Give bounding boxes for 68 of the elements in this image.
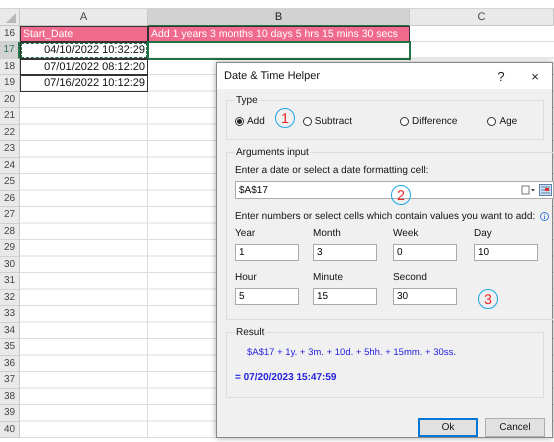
table-cell[interactable]: 07/01/2022 08:12:20 (20, 58, 148, 75)
row-header[interactable]: 31 (0, 273, 20, 290)
row-header[interactable]: 38 (0, 388, 20, 405)
field-label: Second (393, 272, 428, 283)
numbers-prompt: Enter numbers or select cells which contain values you want to add: (235, 211, 536, 222)
column-header[interactable]: B (148, 9, 410, 27)
row-header[interactable]: 34 (0, 322, 20, 339)
row-header[interactable]: 21 (0, 108, 20, 124)
cancel-button[interactable]: Cancel (485, 418, 545, 437)
number-field[interactable]: 30 (393, 288, 457, 305)
row-header[interactable]: 33 (0, 306, 20, 322)
number-field[interactable]: 0 (393, 244, 457, 261)
group-label: Arguments input (235, 147, 310, 158)
field-label: Year (235, 228, 256, 239)
row-header[interactable]: 39 (0, 405, 20, 422)
field-label: Hour (235, 272, 258, 283)
radio-option[interactable]: Difference (400, 116, 458, 127)
row-header[interactable]: 24 (0, 158, 20, 174)
window-title: Date & Time Helper (224, 70, 321, 82)
table-cell[interactable]: 04/10/2022 10:32:29 (20, 42, 148, 58)
group-label: Type (235, 95, 259, 106)
help-button[interactable]: ? (484, 68, 518, 84)
row-header[interactable]: 29 (0, 240, 20, 256)
table-cell[interactable] (148, 42, 410, 58)
range-select-icon[interactable] (539, 184, 552, 196)
row-header[interactable]: 16 (0, 26, 20, 42)
row-header[interactable]: 35 (0, 339, 20, 356)
row-header[interactable]: 30 (0, 256, 20, 273)
number-field[interactable]: 1 (235, 244, 299, 261)
radio-option[interactable]: Add (235, 116, 265, 127)
row-header[interactable]: 20 (0, 92, 20, 108)
table-cell[interactable]: 07/16/2022 10:12:29 (20, 75, 148, 92)
numbered-callout: 3 (478, 289, 498, 309)
field-label: Month (313, 228, 342, 239)
close-button[interactable]: × (518, 68, 552, 84)
row-header[interactable]: 23 (0, 141, 20, 158)
row-header[interactable]: 32 (0, 290, 20, 306)
radio-option[interactable]: Subtract (302, 116, 352, 127)
row-header[interactable]: 19 (0, 75, 20, 92)
row-header[interactable]: 25 (0, 174, 20, 190)
field-label: Week (393, 228, 420, 239)
number-field[interactable]: 10 (474, 244, 538, 261)
row-header[interactable]: 26 (0, 190, 20, 207)
field-label: Day (474, 228, 493, 239)
row-header[interactable]: 28 (0, 224, 20, 240)
field-label: Minute (313, 272, 344, 283)
result-formula: $A$17 + 1y. + 3m. + 10d. + 5hh. + 15mm. + 30ss. (246, 346, 457, 358)
number-field[interactable]: 5 (235, 288, 299, 305)
group-label: Result (235, 327, 266, 338)
result-value: = 07/20/2023 15:47:59 (235, 371, 338, 385)
row-header[interactable]: 36 (0, 356, 20, 372)
column-header[interactable]: C (410, 9, 554, 26)
number-field[interactable]: 3 (313, 244, 377, 261)
row-header[interactable]: 18 (0, 58, 20, 75)
numbered-callout: 1 (275, 108, 295, 128)
row-header[interactable]: 17 (0, 42, 20, 58)
date-prompt: Enter a date or select a date formatting cell: (235, 164, 430, 178)
row-header[interactable]: 27 (0, 207, 20, 224)
ok-button[interactable]: Ok (418, 418, 478, 437)
column-header[interactable]: A (20, 9, 148, 26)
row-header[interactable]: 22 (0, 124, 20, 141)
radio-option[interactable]: Age (487, 116, 518, 127)
row-header[interactable]: 40 (0, 422, 20, 438)
numbered-callout: 2 (391, 185, 411, 205)
info-icon[interactable] (540, 212, 550, 221)
row-header[interactable]: 37 (0, 372, 20, 388)
number-field[interactable]: 15 (313, 288, 377, 305)
document-dropdown-icon[interactable] (521, 185, 536, 195)
